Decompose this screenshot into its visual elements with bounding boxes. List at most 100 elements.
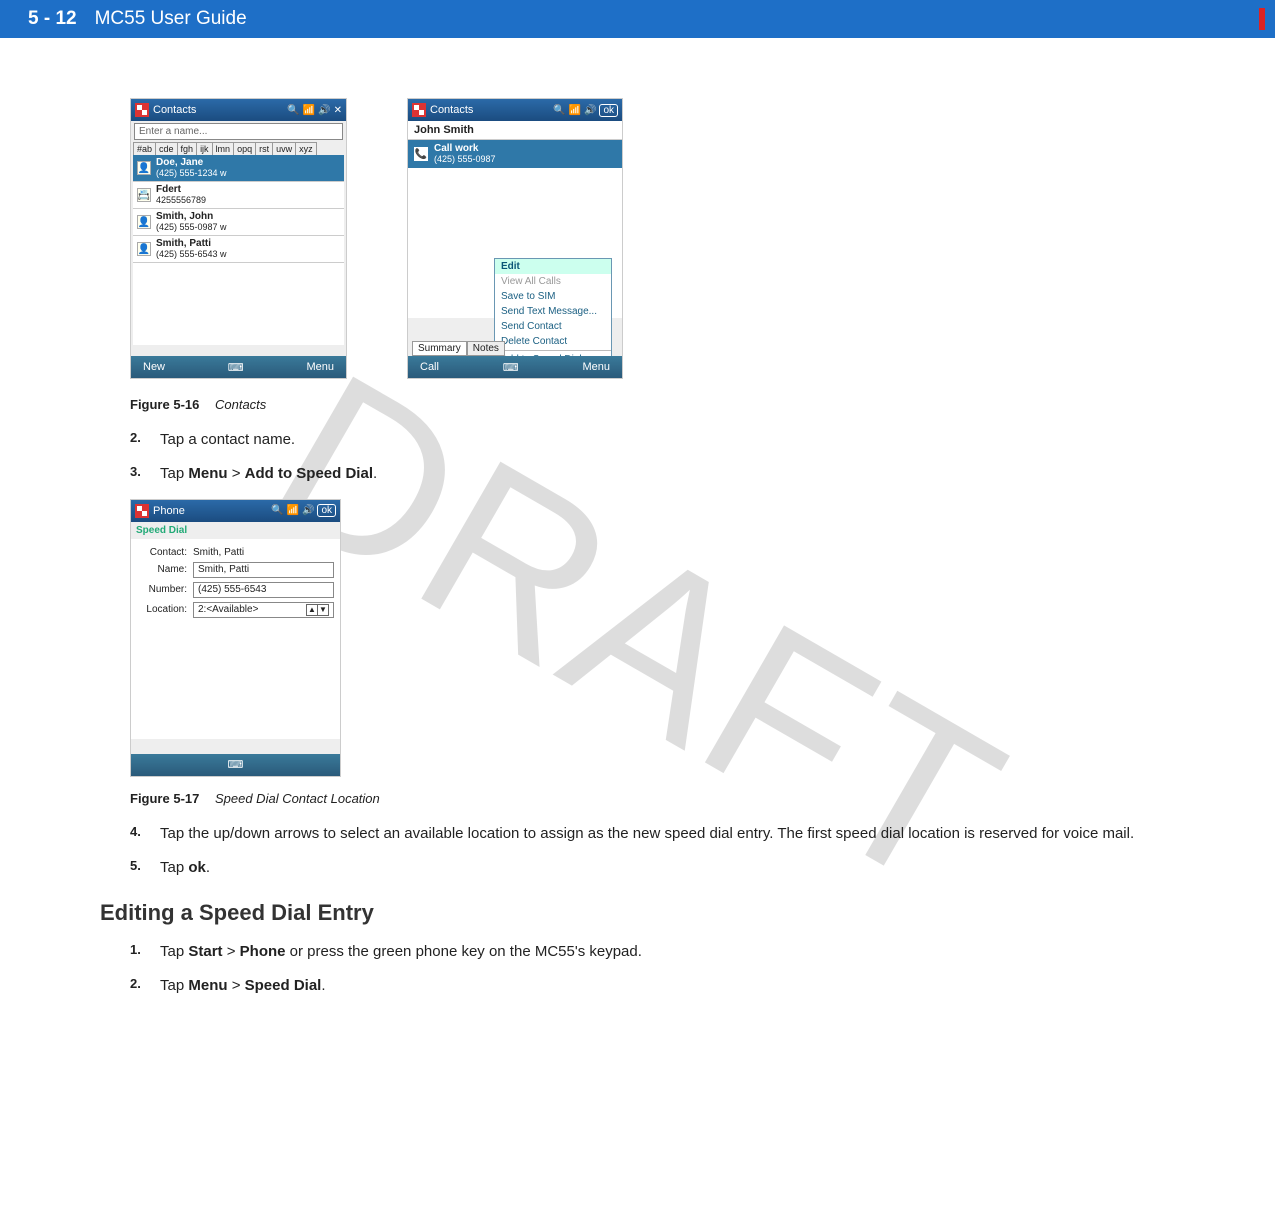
contacts-list-screenshot: Contacts 🔍 📶 🔊 ✕ Enter a name... #ab cde… <box>130 98 347 379</box>
windows-start-icon[interactable] <box>412 103 426 117</box>
page-content: Contacts 🔍 📶 🔊 ✕ Enter a name... #ab cde… <box>0 38 1275 997</box>
search-icon[interactable]: 🔍 <box>287 105 299 116</box>
index-tab[interactable]: uvw <box>272 142 296 155</box>
page-header: 5 - 12 MC55 User Guide <box>0 0 1275 38</box>
index-tabs[interactable]: #ab cde fgh ijk lmn opq rst uvw xyz <box>133 142 344 155</box>
ok-button[interactable]: ok <box>599 104 618 117</box>
menu-send-text-message[interactable]: Send Text Message... <box>495 304 611 319</box>
contact-detail-screenshot: Contacts 🔍 📶 🔊 ok John Smith 📞 Call work… <box>407 98 623 379</box>
figure-5-16-caption: Figure 5-16 Contacts <box>130 397 1235 412</box>
name-filter-input[interactable]: Enter a name... <box>134 123 343 140</box>
step-body: Tap ok. <box>160 858 1235 878</box>
location-stepper[interactable]: ▲ ▼ <box>307 604 329 616</box>
titlebar-title: Phone <box>153 505 185 517</box>
phone-icon: 📞 <box>414 147 428 161</box>
softkey-menu[interactable]: Menu <box>582 361 610 373</box>
softkey-new[interactable]: New <box>143 361 165 373</box>
tab-summary[interactable]: Summary <box>412 341 467 356</box>
contact-name: Smith, John <box>156 211 213 222</box>
step-number: 2. <box>130 976 160 996</box>
step-3: 3. Tap Menu > Add to Speed Dial. <box>130 464 1235 484</box>
chevron-down-icon[interactable]: ▼ <box>317 604 329 616</box>
menu-save-to-sim[interactable]: Save to SIM <box>495 289 611 304</box>
contact-type-icon: 👤 <box>137 242 151 256</box>
index-tab[interactable]: opq <box>233 142 256 155</box>
figure-5-16-row: Contacts 🔍 📶 🔊 ✕ Enter a name... #ab cde… <box>130 98 1235 379</box>
keyboard-icon[interactable]: ⌨ <box>503 361 519 374</box>
step-number: 4. <box>130 824 160 844</box>
name-label: Name: <box>137 564 193 575</box>
figure-number: Figure 5-17 <box>130 791 199 806</box>
signal-icon: 📶 <box>569 105 581 116</box>
step-number: 3. <box>130 464 160 484</box>
step-body: Tap the up/down arrows to select an avai… <box>160 824 1235 844</box>
volume-icon[interactable]: 🔊 <box>584 105 596 116</box>
contact-name: Doe, Jane <box>156 157 203 168</box>
menu-delete-contact[interactable]: Delete Contact <box>495 334 611 349</box>
step-number: 1. <box>130 942 160 962</box>
figure-number: Figure 5-16 <box>130 397 199 412</box>
contact-number: (425) 555-0987 w <box>156 222 227 232</box>
signal-icon: 📶 <box>287 505 299 516</box>
contact-number: (425) 555-6543 w <box>156 249 227 259</box>
name-field[interactable]: Smith, Patti <box>193 562 334 578</box>
titlebar: Contacts 🔍 📶 🔊 ✕ <box>131 99 346 121</box>
contact-type-icon: 📇 <box>137 188 151 202</box>
contact-name-heading: John Smith <box>408 121 622 140</box>
windows-start-icon[interactable] <box>135 504 149 518</box>
step-4: 4. Tap the up/down arrows to select an a… <box>130 824 1235 844</box>
search-icon[interactable]: 🔍 <box>553 105 565 116</box>
index-tab[interactable]: rst <box>255 142 273 155</box>
step-number: 5. <box>130 858 160 878</box>
search-icon[interactable]: 🔍 <box>271 505 283 516</box>
step-body: Tap a contact name. <box>160 430 1235 450</box>
location-label: Location: <box>137 604 193 615</box>
softkey-menu[interactable]: Menu <box>306 361 334 373</box>
tab-notes[interactable]: Notes <box>467 341 505 356</box>
speed-dial-section-title: Speed Dial <box>131 522 340 539</box>
index-tab[interactable]: cde <box>155 142 178 155</box>
ok-button[interactable]: ok <box>317 504 336 517</box>
number-field[interactable]: (425) 555-6543 <box>193 582 334 598</box>
index-tab[interactable]: ijk <box>196 142 213 155</box>
location-field[interactable]: 2:<Available> ▲ ▼ <box>193 602 334 618</box>
keyboard-icon[interactable]: ⌨ <box>228 361 244 374</box>
signal-icon: 📶 <box>303 105 315 116</box>
titlebar-title: Contacts <box>153 104 196 116</box>
keyboard-icon[interactable]: ⌨ <box>228 758 244 771</box>
contact-row[interactable]: 👤 Smith, Patti(425) 555-6543 w <box>133 236 344 263</box>
step-2: 2. Tap a contact name. <box>130 430 1235 450</box>
edit-step-1: 1. Tap Start > Phone or press the green … <box>130 942 1235 962</box>
windows-start-icon[interactable] <box>135 103 149 117</box>
index-tab[interactable]: lmn <box>212 142 235 155</box>
contact-name: Smith, Patti <box>156 238 211 249</box>
contact-row[interactable]: 👤 Smith, John(425) 555-0987 w <box>133 209 344 236</box>
edit-step-2: 2. Tap Menu > Speed Dial. <box>130 976 1235 996</box>
figure-5-17-caption: Figure 5-17 Speed Dial Contact Location <box>130 791 1235 806</box>
call-number: (425) 555-0987 <box>434 154 496 164</box>
titlebar: Phone 🔍 📶 🔊 ok <box>131 500 340 522</box>
menu-edit[interactable]: Edit <box>495 259 611 274</box>
contact-type-icon: 👤 <box>137 215 151 229</box>
close-icon[interactable]: ✕ <box>334 105 342 116</box>
contact-label: Contact: <box>137 547 193 558</box>
call-label: Call work <box>434 143 478 154</box>
contact-detail-body: Edit View All Calls Save to SIM Send Tex… <box>408 168 622 318</box>
contact-row[interactable]: 👤 Doe, Jane(425) 555-1234 w <box>133 155 344 182</box>
index-tab[interactable]: xyz <box>295 142 317 155</box>
titlebar: Contacts 🔍 📶 🔊 ok <box>408 99 622 121</box>
guide-title: MC55 User Guide <box>95 8 247 30</box>
contact-name: Fdert <box>156 184 181 195</box>
volume-icon[interactable]: 🔊 <box>302 505 314 516</box>
volume-icon[interactable]: 🔊 <box>318 105 330 116</box>
contact-type-icon: 👤 <box>137 161 151 175</box>
index-tab[interactable]: fgh <box>177 142 198 155</box>
contact-value[interactable]: Smith, Patti <box>193 547 334 558</box>
softkey-call[interactable]: Call <box>420 361 439 373</box>
step-5: 5. Tap ok. <box>130 858 1235 878</box>
call-work-row[interactable]: 📞 Call work(425) 555-0987 <box>408 140 622 168</box>
menu-send-contact[interactable]: Send Contact <box>495 319 611 334</box>
figure-title: Contacts <box>215 397 266 412</box>
index-tab[interactable]: #ab <box>133 142 156 155</box>
contact-row[interactable]: 📇 Fdert4255556789 <box>133 182 344 209</box>
